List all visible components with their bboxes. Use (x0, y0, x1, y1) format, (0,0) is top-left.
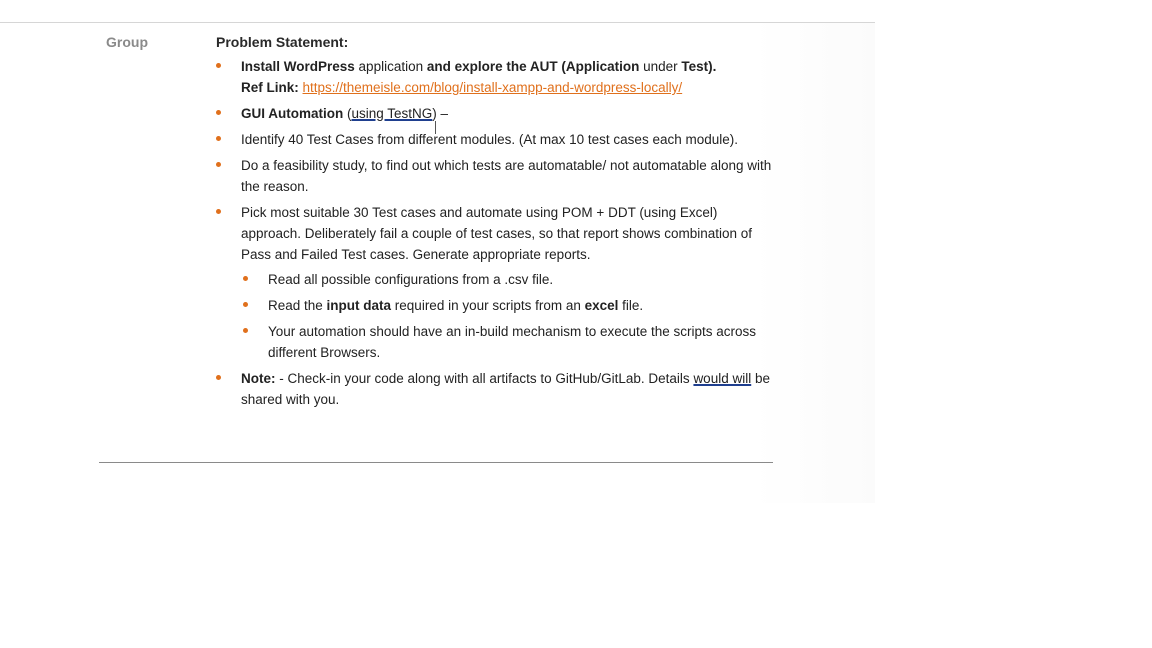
list-item-identify-test-cases: Identify 40 Test Cases from different mo… (213, 129, 773, 150)
item-text: Read the (268, 298, 327, 313)
item-text: GUI Automation (241, 106, 344, 121)
item-text: Test). (681, 59, 717, 74)
ref-link[interactable]: https://themeisle.com/blog/install-xampp… (303, 80, 683, 95)
problem-list: Install WordPress application and explor… (213, 56, 773, 415)
item-text: Do a feasibility study, to find out whic… (241, 158, 772, 194)
item-text: under (639, 59, 682, 74)
item-text: file. (618, 298, 644, 313)
document-page: Group Problem Statement: Install WordPre… (0, 0, 1152, 648)
item-text: ) – (432, 106, 449, 121)
list-item-install-wordpress: Install WordPress application and explor… (213, 56, 773, 98)
item-text: Your automation should have an in-build … (268, 324, 757, 360)
sub-list: Read all possible configurations from a … (241, 269, 773, 363)
list-item-gui-automation: GUI Automation (using TestNG) – (213, 103, 773, 124)
problem-statement-heading: Problem Statement: (216, 34, 349, 50)
bullet-icon (243, 276, 248, 281)
item-text: application (354, 59, 427, 74)
item-text: Identify 40 Test Cases from different mo… (241, 132, 738, 147)
bullet-icon (243, 328, 248, 333)
item-text: required in your scripts from an (391, 298, 585, 313)
bullet-icon (216, 209, 221, 214)
ref-link-label: Ref Link: (241, 80, 303, 95)
bullet-icon (216, 110, 221, 115)
item-text: ( (343, 106, 352, 121)
item-text: Read all possible configurations from a … (268, 272, 554, 287)
item-text: and explore the AUT (Application (426, 59, 640, 74)
item-text: - Check-in your code along with all arti… (275, 371, 694, 386)
bullet-icon (216, 162, 221, 167)
item-text: Install WordPress (241, 59, 355, 74)
group-label: Group (106, 34, 148, 50)
bullet-icon (216, 136, 221, 141)
note-label: Note: (241, 371, 276, 386)
bullet-icon (216, 375, 221, 380)
sub-item-configurations: Read all possible configurations from a … (241, 269, 773, 290)
item-text: input data (326, 298, 392, 313)
sub-item-input-data: Read the input data required in your scr… (241, 295, 773, 316)
item-text: excel (584, 298, 619, 313)
item-text: would will (693, 371, 752, 386)
item-text: using TestNG (351, 106, 433, 121)
sub-item-browsers: Your automation should have an in-build … (241, 321, 773, 363)
bullet-icon (216, 63, 221, 68)
item-text: Pick most suitable 30 Test cases and aut… (241, 205, 753, 262)
list-item-pick-test-cases: Pick most suitable 30 Test cases and aut… (213, 202, 773, 363)
bullet-icon (243, 302, 248, 307)
bottom-divider (99, 462, 773, 463)
list-item-note: Note: - Check-in your code along with al… (213, 368, 773, 410)
text-cursor-icon (435, 121, 438, 134)
list-item-feasibility-study: Do a feasibility study, to find out whic… (213, 155, 773, 197)
